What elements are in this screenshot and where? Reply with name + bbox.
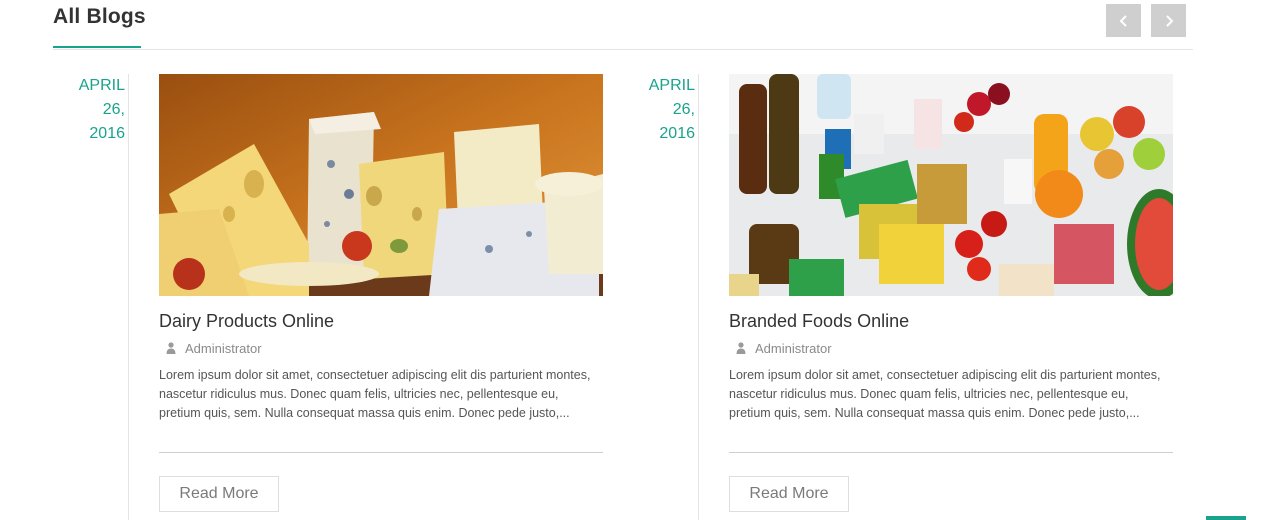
post-excerpt: Lorem ipsum dolor sit amet, consectetuer…	[159, 368, 591, 420]
post-divider	[159, 452, 603, 453]
read-more-button[interactable]: Read More	[159, 476, 279, 512]
post-meta: Administrator	[159, 339, 603, 357]
groceries-spread-photo[interactable]	[729, 74, 1173, 296]
section-header: All Blogs	[53, 0, 1193, 50]
post-meta: Administrator	[729, 339, 1173, 357]
post-date-year: 2016	[659, 125, 695, 142]
date-divider	[698, 74, 699, 520]
post-title[interactable]: Branded Foods Online	[729, 309, 1173, 333]
user-icon	[736, 342, 746, 354]
date-divider	[128, 74, 129, 520]
post-title[interactable]: Dairy Products Online	[159, 309, 603, 333]
read-more-button[interactable]: Read More	[729, 476, 849, 512]
title-underline	[53, 46, 141, 48]
scroll-to-top-tab[interactable]	[1206, 516, 1246, 520]
post-author[interactable]: Administrator	[185, 341, 262, 356]
post-date-month-day: APRIL 26,	[648, 77, 695, 118]
post-date: APRIL 26, 2016	[623, 74, 695, 146]
blog-section: All Blogs APRIL 26, 2016 Dairy Products …	[0, 0, 1263, 520]
blog-post: Branded Foods Online Administrator Lorem…	[729, 74, 1173, 512]
chevron-right-icon	[1165, 14, 1173, 27]
carousel-next-button[interactable]	[1151, 4, 1186, 37]
post-divider	[729, 452, 1173, 453]
post-excerpt: Lorem ipsum dolor sit amet, consectetuer…	[729, 368, 1161, 420]
cheese-assortment-photo[interactable]	[159, 74, 603, 296]
post-author[interactable]: Administrator	[755, 341, 832, 356]
blog-post: Dairy Products Online Administrator Lore…	[159, 74, 603, 512]
section-title: All Blogs	[53, 5, 146, 28]
carousel-prev-button[interactable]	[1106, 4, 1141, 37]
post-date-year: 2016	[89, 125, 125, 142]
chevron-left-icon	[1119, 14, 1127, 27]
user-icon	[166, 342, 176, 354]
post-date: APRIL 26, 2016	[53, 74, 125, 146]
post-date-month-day: APRIL 26,	[78, 77, 125, 118]
